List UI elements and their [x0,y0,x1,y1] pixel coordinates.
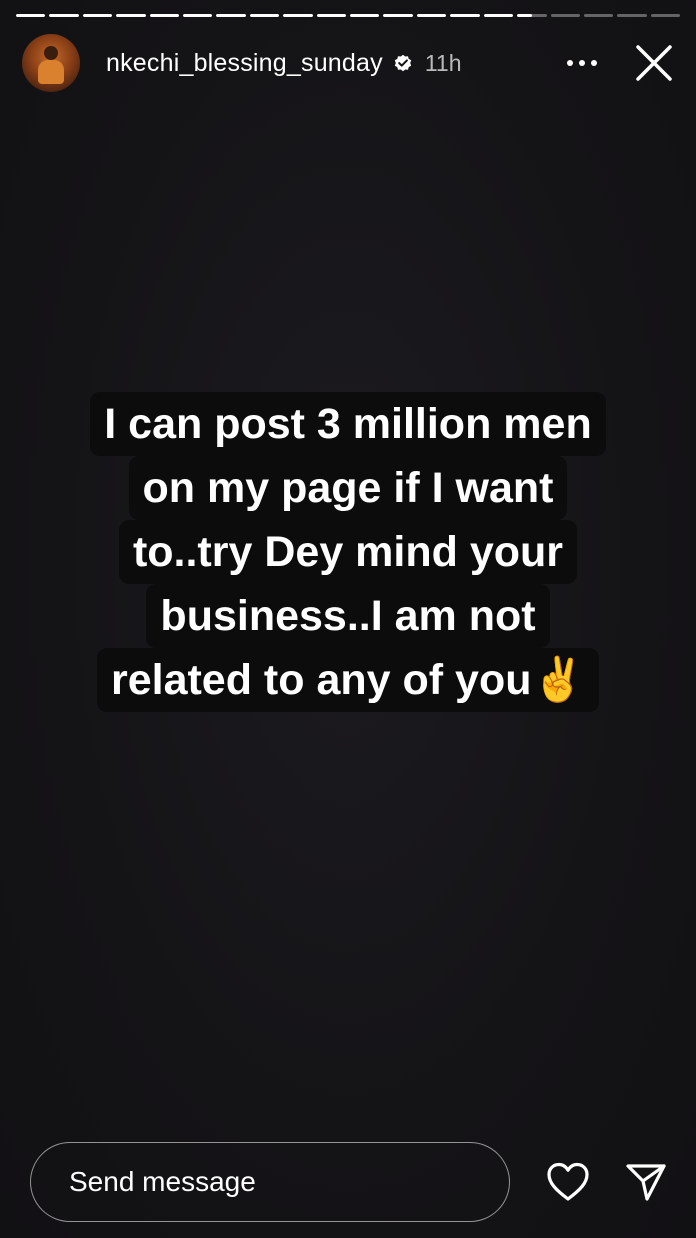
progress-segment-fill [483,14,514,17]
story-header: nkechi_blessing_sunday 11h [22,34,680,92]
progress-segment-fill [350,14,380,17]
progress-segment [316,14,347,17]
progress-segment-fill [517,14,532,17]
progress-segment [450,14,480,17]
more-horizontal-icon [567,60,597,66]
progress-segment-fill [450,14,480,17]
caption-line: on my page if I want [128,456,568,520]
progress-segment-fill [149,14,180,17]
send-message-input[interactable] [30,1142,510,1222]
progress-segment [283,14,313,17]
progress-segment [583,14,614,17]
more-options-button[interactable] [562,43,602,83]
caption-line: related to any of you✌️ [96,648,600,712]
progress-segment [149,14,180,17]
close-button[interactable] [632,41,676,85]
caption-line: to..try Dey mind your [118,520,578,584]
progress-segment-fill [183,14,213,17]
story-viewer[interactable]: nkechi_blessing_sunday 11h I can post 3 … [0,0,696,1238]
caption-line: I can post 3 million men [90,392,606,456]
progress-segment [350,14,380,17]
share-button[interactable] [622,1158,670,1206]
avatar[interactable] [22,34,80,92]
progress-segment [550,14,580,17]
progress-segment [116,14,146,17]
verified-badge-icon [393,53,413,73]
like-button[interactable] [544,1158,592,1206]
caption-line: business..I am not [146,584,550,648]
username[interactable]: nkechi_blessing_sunday [106,49,383,78]
progress-segment [517,14,547,17]
story-caption: I can post 3 million men on my page if I… [0,392,696,712]
progress-segment-fill [82,14,113,17]
heart-icon [547,1162,589,1201]
progress-segment-fill [383,14,413,17]
progress-segment-fill [249,14,280,17]
story-progress-bar [16,14,681,18]
progress-segment-fill [283,14,313,17]
progress-segment [183,14,213,17]
progress-segment [16,14,46,17]
progress-segment-fill [16,14,46,17]
progress-segment [249,14,280,17]
story-footer [30,1142,670,1222]
progress-segment-fill [49,14,79,17]
close-icon [636,45,672,81]
progress-segment [383,14,413,17]
send-icon [626,1164,666,1201]
progress-segment [650,14,681,17]
progress-segment [49,14,79,17]
progress-segment [82,14,113,17]
progress-segment-fill [416,14,447,17]
progress-segment [416,14,447,17]
progress-segment-fill [116,14,146,17]
progress-segment-fill [216,14,246,17]
progress-segment [617,14,647,17]
story-timestamp: 11h [424,49,462,76]
progress-segment [483,14,514,17]
progress-segment-fill [316,14,347,17]
progress-segment [216,14,246,17]
